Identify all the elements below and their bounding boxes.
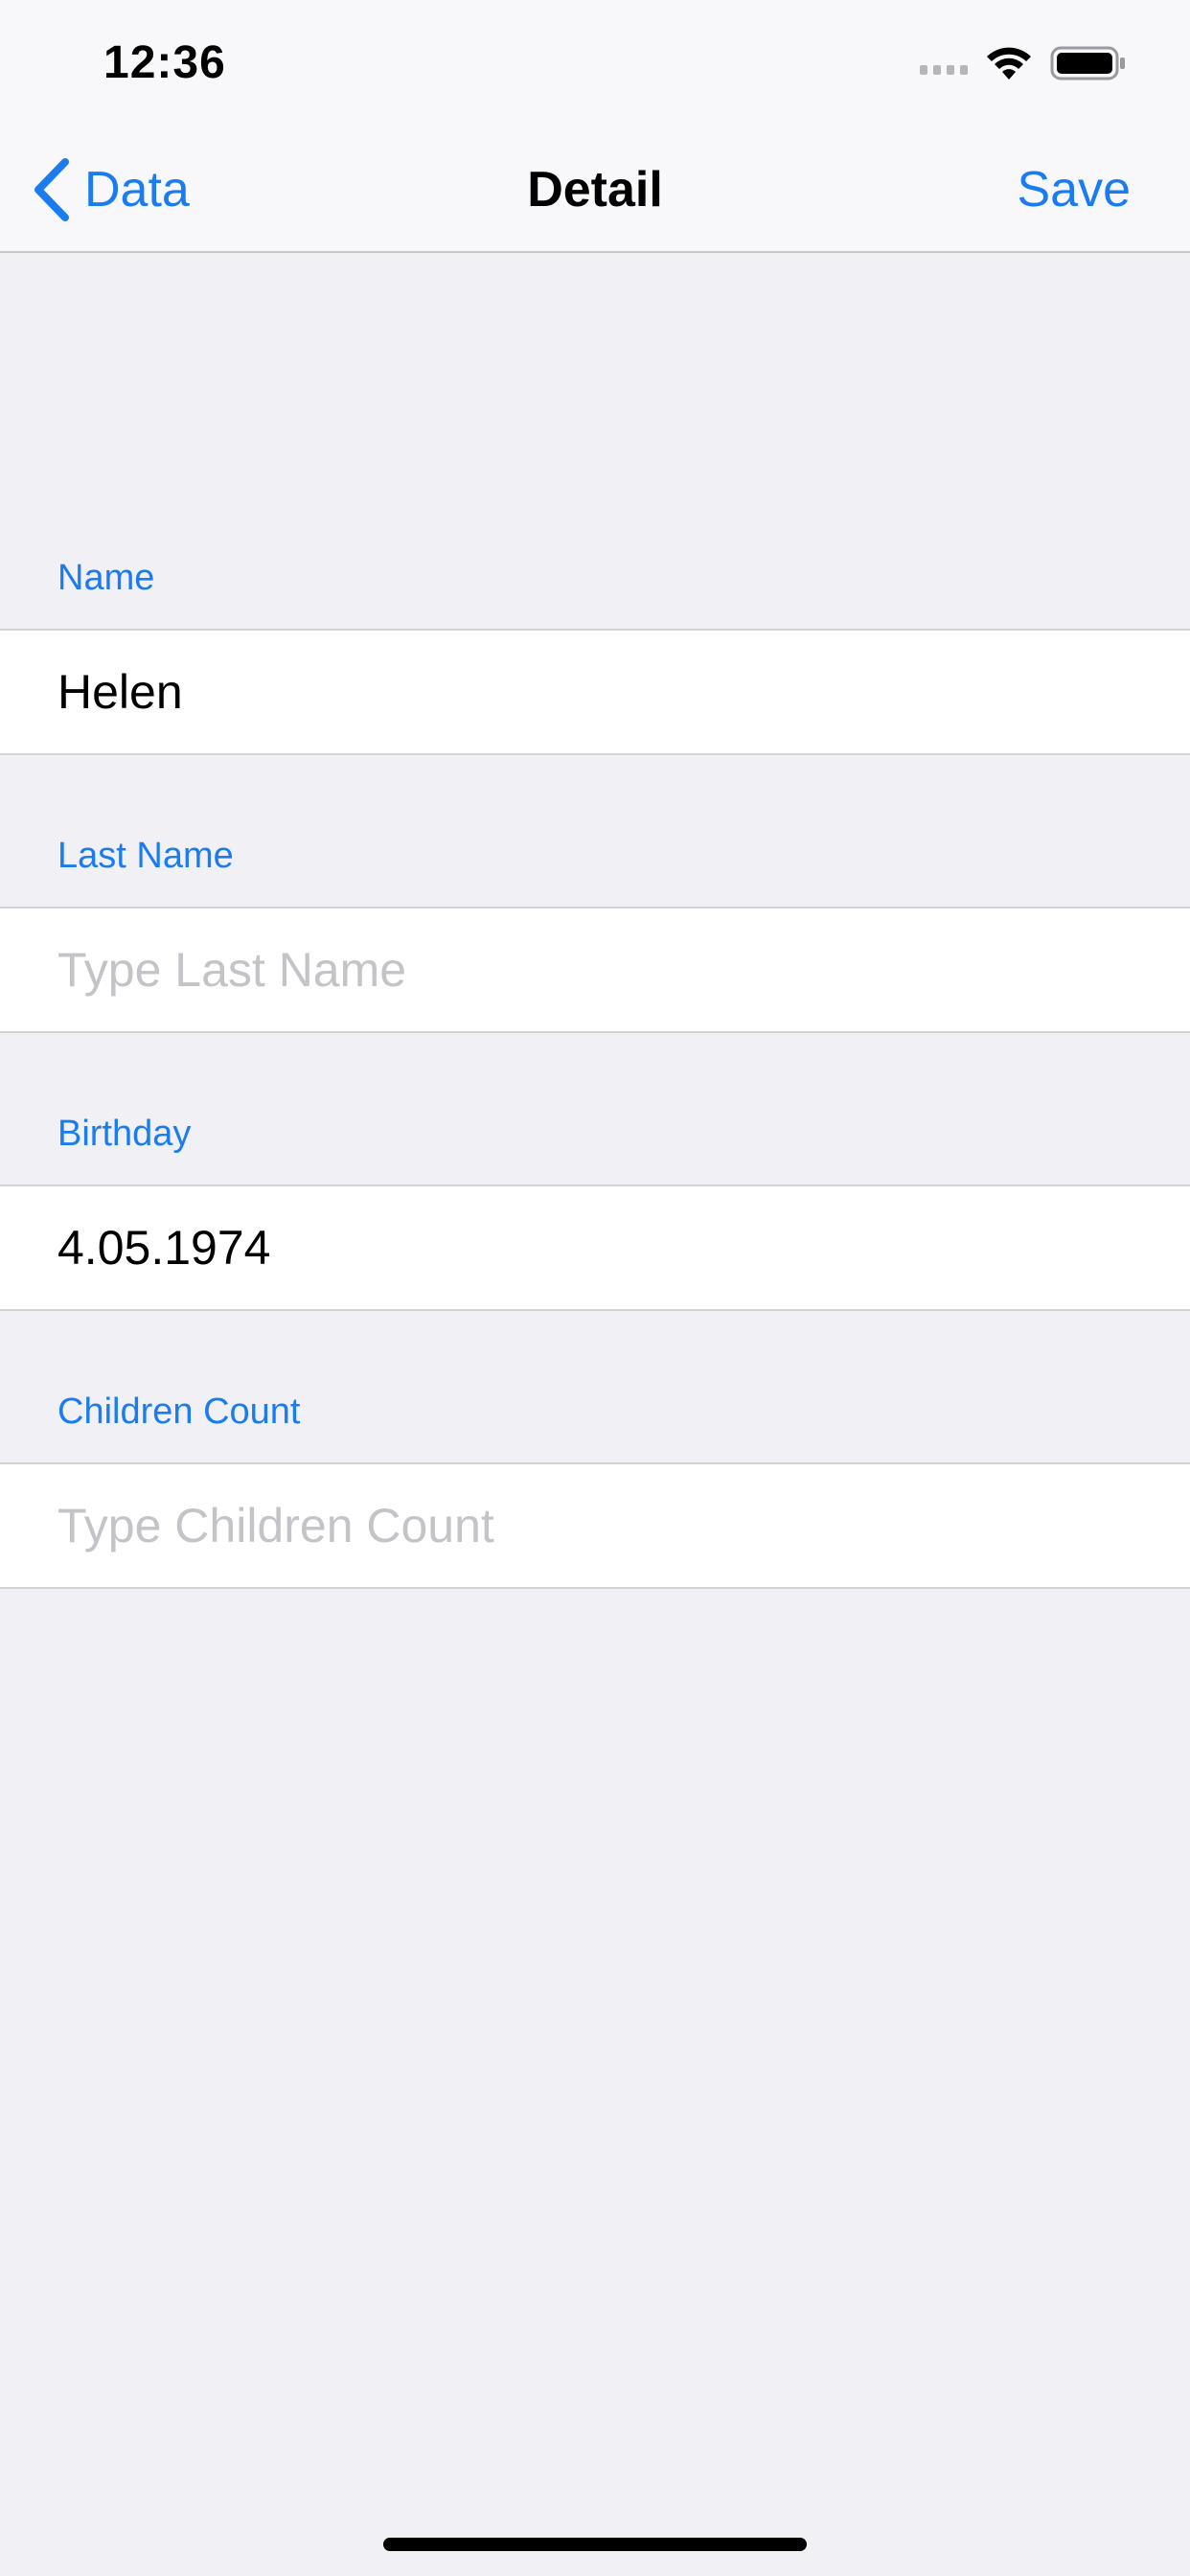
- battery-icon: [1050, 46, 1125, 80]
- last-name-row: [0, 907, 1190, 1033]
- name-header: Name: [57, 558, 155, 598]
- save-button[interactable]: Save: [1017, 161, 1131, 218]
- birthday-row: [0, 1184, 1190, 1311]
- status-time: 12:36: [103, 37, 226, 88]
- children-count-row: [0, 1462, 1190, 1589]
- birthday-field[interactable]: [57, 1186, 1131, 1309]
- last-name-header: Last Name: [57, 836, 234, 876]
- page-title: Detail: [527, 162, 663, 218]
- children-count-field[interactable]: [57, 1464, 1131, 1587]
- name-field[interactable]: [57, 631, 1131, 753]
- home-indicator[interactable]: [383, 2538, 807, 2551]
- last-name-field[interactable]: [57, 908, 1131, 1031]
- status-icons: [920, 44, 1127, 82]
- cellular-signal-icon: [920, 65, 968, 75]
- detail-screen: 12:36 Data Detail Save Name Helen Last N…: [0, 0, 1190, 2576]
- children-count-header: Children Count: [57, 1392, 301, 1432]
- birthday-header: Birthday: [57, 1114, 192, 1154]
- name-row: [0, 629, 1190, 755]
- wifi-icon: [987, 47, 1031, 80]
- navigation-bar: 12:36 Data Detail Save: [0, 0, 1190, 253]
